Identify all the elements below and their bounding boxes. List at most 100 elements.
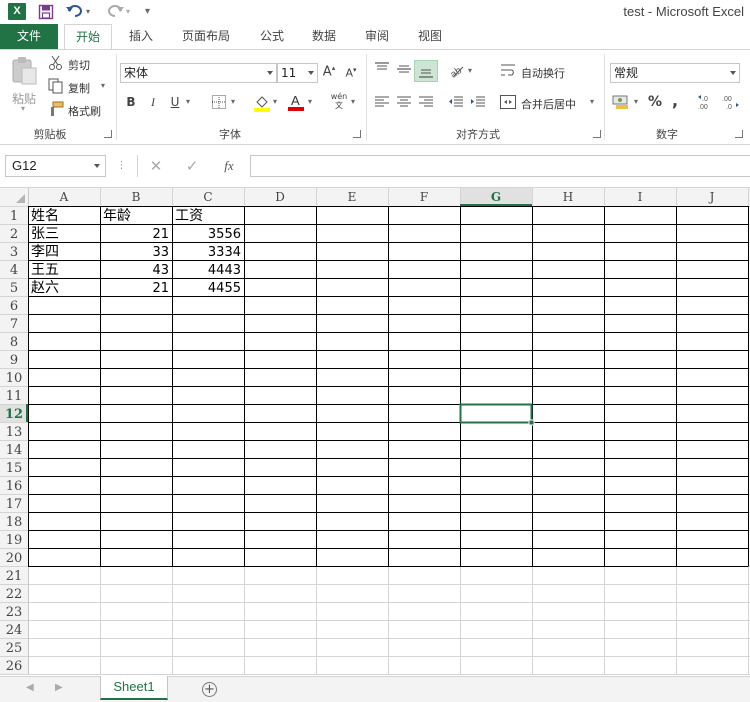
fill-color-dropdown-icon[interactable]: ▾ [273, 97, 277, 106]
row-header-10[interactable]: 10 [6, 371, 23, 386]
column-header-f[interactable]: F [420, 190, 428, 204]
column-header-d[interactable]: D [275, 190, 285, 204]
worksheet-grid[interactable]: A B C D E F G H I J 1 2 3 4 5 6 7 8 9 10 11 12 13 14 15 16 17 18 19 2… [0, 187, 750, 676]
tab-insert[interactable]: 插入 [117, 24, 165, 49]
bold-button[interactable]: B [124, 95, 138, 109]
row-header-13[interactable]: 13 [6, 425, 23, 440]
row-header-16[interactable]: 16 [6, 479, 23, 494]
row-header-6[interactable]: 6 [10, 299, 18, 314]
number-launcher-icon[interactable] [735, 130, 743, 138]
shrink-font-icon[interactable]: A▾ [344, 66, 358, 80]
row-header-12[interactable]: 12 [5, 407, 23, 422]
font-color-dropdown-icon[interactable]: ▾ [308, 97, 312, 106]
borders-dropdown-icon[interactable]: ▾ [231, 97, 235, 106]
row-header-17[interactable]: 17 [6, 497, 23, 512]
align-left-icon[interactable] [374, 96, 390, 112]
column-header-a[interactable]: A [59, 190, 69, 204]
row-header-2[interactable]: 2 [10, 227, 18, 242]
tab-page-layout[interactable]: 页面布局 [172, 24, 240, 49]
cut-button[interactable]: 剪切 [68, 57, 90, 73]
cell-c1[interactable]: 工资 [175, 208, 203, 224]
accounting-dropdown-icon[interactable]: ▾ [634, 97, 638, 106]
row-header-20[interactable]: 20 [6, 551, 23, 566]
undo-icon[interactable] [66, 2, 84, 22]
copy-dropdown-icon[interactable]: ▾ [101, 81, 105, 90]
worksheet-canvas[interactable]: A B C D E F G H I J123456789101112131415161718192… [0, 188, 750, 676]
cell-c5[interactable]: 4455 [208, 281, 241, 296]
formula-bar-grip-icon[interactable]: ⋮ [116, 157, 127, 175]
row-header-7[interactable]: 7 [10, 317, 18, 332]
row-header-4[interactable]: 4 [10, 263, 18, 278]
next-sheet-icon[interactable]: ▶ [55, 682, 63, 693]
row-header-26[interactable]: 26 [6, 659, 23, 674]
row-header-11[interactable]: 11 [6, 389, 23, 404]
column-header-e[interactable]: E [348, 190, 357, 204]
wrap-text-button[interactable]: 自动换行 [521, 65, 565, 81]
redo-dropdown-icon[interactable]: ▾ [126, 2, 130, 22]
tab-home[interactable]: 开始 [64, 24, 112, 50]
row-header-8[interactable]: 8 [10, 335, 18, 350]
row-header-3[interactable]: 3 [10, 245, 18, 260]
font-launcher-icon[interactable] [353, 130, 361, 138]
increase-indent-icon[interactable] [470, 96, 486, 112]
tab-review[interactable]: 审阅 [353, 24, 401, 49]
row-header-18[interactable]: 18 [6, 515, 23, 530]
accounting-format-icon[interactable] [612, 94, 630, 110]
clipboard-launcher-icon[interactable] [104, 130, 112, 138]
tab-formulas[interactable]: 公式 [248, 24, 296, 49]
underline-dropdown-icon[interactable]: ▾ [186, 97, 190, 106]
cell-b1[interactable]: 年龄 [103, 208, 131, 224]
tab-data[interactable]: 数据 [300, 24, 348, 49]
cell-a3[interactable]: 李四 [31, 244, 59, 260]
number-format-combo[interactable]: 常规 [610, 63, 740, 83]
fill-handle[interactable] [528, 419, 535, 426]
borders-icon[interactable] [211, 95, 227, 111]
phonetic-guide-icon[interactable]: wén 文 [330, 92, 348, 110]
align-center-icon[interactable] [396, 96, 412, 112]
column-header-g[interactable]: G [491, 190, 501, 204]
cancel-icon[interactable]: ✕ [147, 157, 165, 175]
formula-input[interactable] [250, 155, 750, 177]
cell-c3[interactable]: 3334 [208, 245, 241, 260]
tab-view[interactable]: 视图 [406, 24, 454, 49]
row-header-14[interactable]: 14 [6, 443, 23, 458]
cell-c4[interactable]: 4443 [208, 263, 241, 278]
column-header-i[interactable]: I [638, 190, 643, 204]
column-header-h[interactable]: H [563, 190, 573, 204]
cell-b4[interactable]: 43 [152, 263, 169, 278]
cell-b5[interactable]: 21 [152, 281, 169, 296]
merge-center-button[interactable]: 合并后居中 [521, 96, 576, 112]
align-top-icon[interactable] [374, 62, 390, 78]
align-middle-icon[interactable] [396, 62, 412, 78]
increase-decimal-icon[interactable]: .0.00 [698, 94, 716, 111]
name-box[interactable]: G12 [5, 155, 106, 177]
phonetic-dropdown-icon[interactable]: ▾ [351, 97, 355, 106]
grow-font-icon[interactable]: A▴ [322, 64, 336, 79]
row-header-24[interactable]: 24 [6, 623, 23, 638]
font-color-icon[interactable]: A [288, 93, 304, 111]
insert-function-icon[interactable]: fx [219, 157, 239, 175]
cell-b2[interactable]: 21 [152, 227, 169, 242]
cell-a4[interactable]: 王五 [31, 262, 59, 278]
column-header-j[interactable]: J [708, 190, 715, 204]
underline-button[interactable]: U [168, 95, 182, 109]
save-icon[interactable] [38, 2, 54, 22]
column-header-b[interactable]: B [132, 190, 141, 204]
merge-dropdown-icon[interactable]: ▾ [590, 97, 594, 106]
fill-color-icon[interactable] [254, 94, 270, 112]
redo-icon[interactable] [106, 2, 124, 22]
cell-a2[interactable]: 张三 [31, 226, 59, 242]
row-header-1[interactable]: 1 [10, 209, 18, 224]
decrease-indent-icon[interactable] [448, 96, 464, 112]
row-header-21[interactable]: 21 [6, 569, 23, 584]
align-right-icon[interactable] [418, 96, 434, 112]
row-header-19[interactable]: 19 [6, 533, 23, 548]
paste-icon[interactable] [10, 56, 38, 86]
orientation-icon[interactable]: ab [448, 62, 465, 81]
paste-dropdown-icon[interactable]: ▾ [21, 104, 25, 113]
cell-c2[interactable]: 3556 [208, 227, 241, 242]
copy-button[interactable]: 复制 [68, 80, 90, 96]
column-header-c[interactable]: C [203, 190, 212, 204]
cell-b3[interactable]: 33 [152, 245, 169, 260]
row-header-25[interactable]: 25 [6, 641, 23, 656]
